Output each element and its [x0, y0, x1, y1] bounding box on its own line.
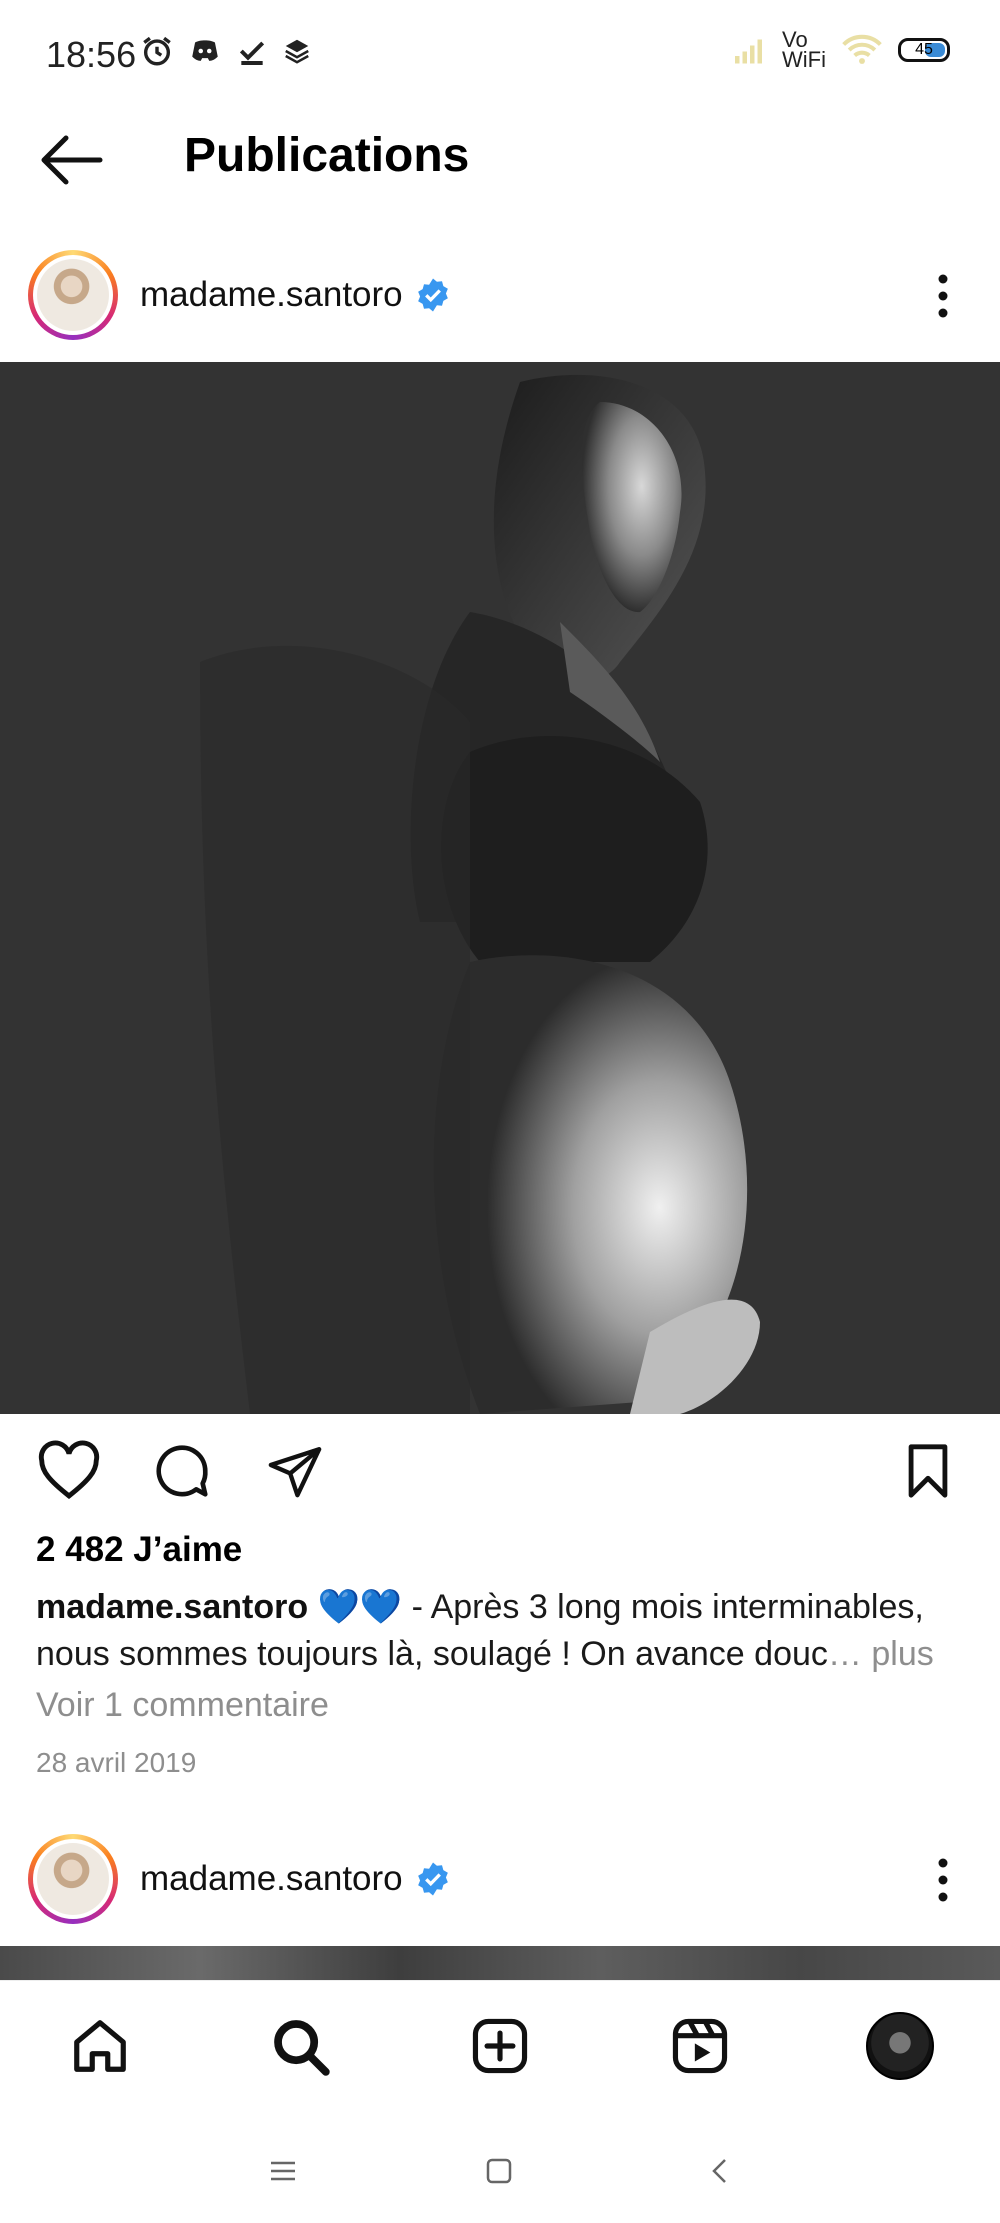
status-icons: [140, 34, 312, 68]
bottom-nav: [0, 1980, 1000, 2111]
vowifi-bottom: WiFi: [782, 47, 826, 72]
nav-create[interactable]: [465, 2011, 535, 2081]
menu-icon: [271, 2161, 295, 2181]
comment-button[interactable]: [150, 1440, 214, 1507]
like-button[interactable]: [36, 1440, 102, 1505]
caption-emoji: 💙💙: [317, 1588, 403, 1626]
post-username[interactable]: madame.santoro: [140, 275, 403, 315]
next-post-avatar[interactable]: [28, 1834, 118, 1924]
caption-more-link[interactable]: plus: [871, 1635, 933, 1673]
post-options-button[interactable]: [928, 266, 958, 326]
likes-count[interactable]: 2 482 J’aime: [36, 1530, 242, 1570]
nav-profile[interactable]: [865, 2011, 935, 2081]
verified-badge-icon: [417, 278, 448, 312]
create-icon: [472, 2018, 528, 2074]
back-arrow-icon: [41, 135, 103, 185]
status-time: 18:56: [46, 34, 137, 75]
wifi-icon: [842, 34, 882, 64]
next-post-options-button[interactable]: [928, 1850, 958, 1910]
more-vertical-icon: [938, 1858, 948, 1902]
battery-icon: 45: [898, 38, 950, 62]
vowifi-label: Vo WiFi: [782, 29, 826, 72]
home-icon: [74, 2020, 126, 2072]
status-right: Vo WiFi 45: [732, 29, 950, 72]
discord-icon: [192, 40, 218, 61]
back-button[interactable]: [38, 132, 104, 188]
save-button[interactable]: [900, 1442, 956, 1505]
avatar-image: [37, 1843, 109, 1915]
comment-icon: [156, 1445, 208, 1497]
nav-reels[interactable]: [665, 2011, 735, 2081]
share-button[interactable]: [264, 1442, 326, 1505]
caption-username[interactable]: madame.santoro: [36, 1588, 308, 1626]
heart-icon: [38, 1440, 100, 1500]
post-caption: madame.santoro 💙💙 - Après 3 long mois in…: [36, 1584, 976, 1678]
profile-icon: [866, 2012, 934, 2080]
send-icon: [268, 1447, 322, 1498]
square-icon: [486, 2158, 512, 2184]
next-post-photo[interactable]: [0, 1946, 1000, 1980]
recents-button[interactable]: [258, 2146, 308, 2196]
back-system-button[interactable]: [696, 2146, 746, 2196]
photo-silhouette: [200, 374, 760, 1414]
system-nav-bar: [0, 2110, 1000, 2223]
avatar-border: [33, 255, 113, 335]
nav-home[interactable]: [65, 2011, 135, 2081]
post-avatar[interactable]: [28, 250, 118, 340]
nav-search[interactable]: [265, 2011, 335, 2081]
post-photo[interactable]: [0, 362, 1000, 1414]
check-icon: [239, 41, 265, 65]
search-icon: [274, 2020, 330, 2076]
battery-level: 45: [915, 41, 933, 58]
layers-icon: [285, 39, 309, 64]
caption-ellipsis: …: [827, 1635, 862, 1673]
view-comments-link[interactable]: Voir 1 commentaire: [36, 1686, 329, 1725]
next-post-author: madame.santoro: [140, 1859, 451, 1899]
avatar-border: [33, 1839, 113, 1919]
post-author: madame.santoro: [140, 275, 451, 315]
page-title: Publications: [184, 129, 470, 182]
next-post-username[interactable]: madame.santoro: [140, 1859, 403, 1899]
chevron-left-icon: [712, 2159, 726, 2183]
reels-icon: [672, 2018, 728, 2074]
post-date: 28 avril 2019: [36, 1747, 197, 1778]
home-system-button[interactable]: [474, 2146, 524, 2196]
bookmark-icon: [908, 1444, 948, 1498]
more-vertical-icon: [938, 274, 948, 318]
signal-icon: [735, 39, 763, 64]
alarm-icon: [143, 36, 171, 66]
avatar-image: [37, 259, 109, 331]
verified-badge-icon: [417, 1862, 448, 1896]
